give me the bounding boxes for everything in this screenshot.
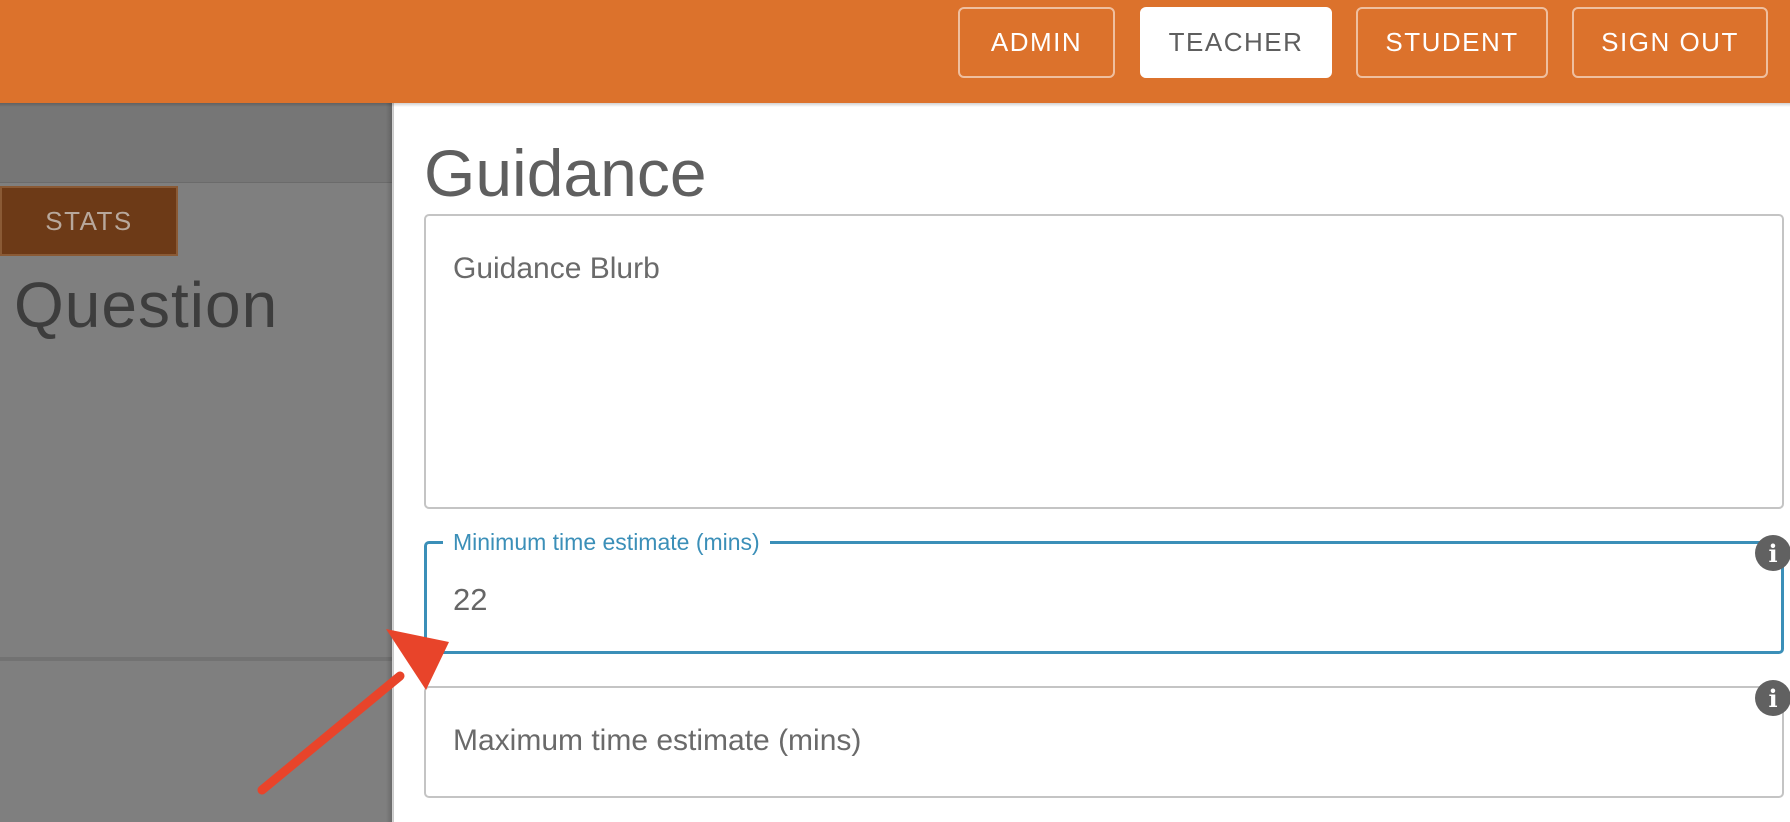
question-heading: Question — [14, 269, 279, 341]
minimum-time-estimate-input[interactable]: Minimum time estimate (mins) 22 — [424, 528, 1784, 654]
sign-out-button[interactable]: SIGN OUT — [1572, 7, 1768, 78]
left-panel-overlay: STATS Question — [0, 103, 392, 822]
drawer-edge-shadow — [386, 103, 394, 822]
admin-button[interactable]: ADMIN — [958, 7, 1115, 78]
partially-visible-link[interactable] — [450, 808, 530, 822]
page-title: Guidance — [424, 136, 707, 210]
info-icon[interactable]: i — [1755, 680, 1790, 716]
topbar-shadow — [0, 103, 1790, 107]
info-icon[interactable]: i — [1755, 535, 1790, 571]
maximum-time-estimate-input[interactable]: Maximum time estimate (mins) — [424, 686, 1784, 798]
guidance-blurb-textarea[interactable]: Guidance Blurb — [424, 214, 1784, 509]
teacher-button[interactable]: TEACHER — [1140, 7, 1332, 78]
student-button[interactable]: STUDENT — [1356, 7, 1548, 78]
left-panel-divider — [0, 657, 392, 661]
top-navigation-bar: ADMIN TEACHER STUDENT SIGN OUT — [0, 0, 1790, 103]
left-panel-strip — [0, 103, 392, 183]
maximum-time-estimate-placeholder: Maximum time estimate (mins) — [453, 724, 862, 757]
minimum-time-estimate-value: 22 — [453, 582, 488, 617]
minimum-time-estimate-label: Minimum time estimate (mins) — [443, 528, 770, 556]
stats-tab[interactable]: STATS — [0, 186, 178, 256]
guidance-blurb-placeholder: Guidance Blurb — [453, 252, 660, 285]
